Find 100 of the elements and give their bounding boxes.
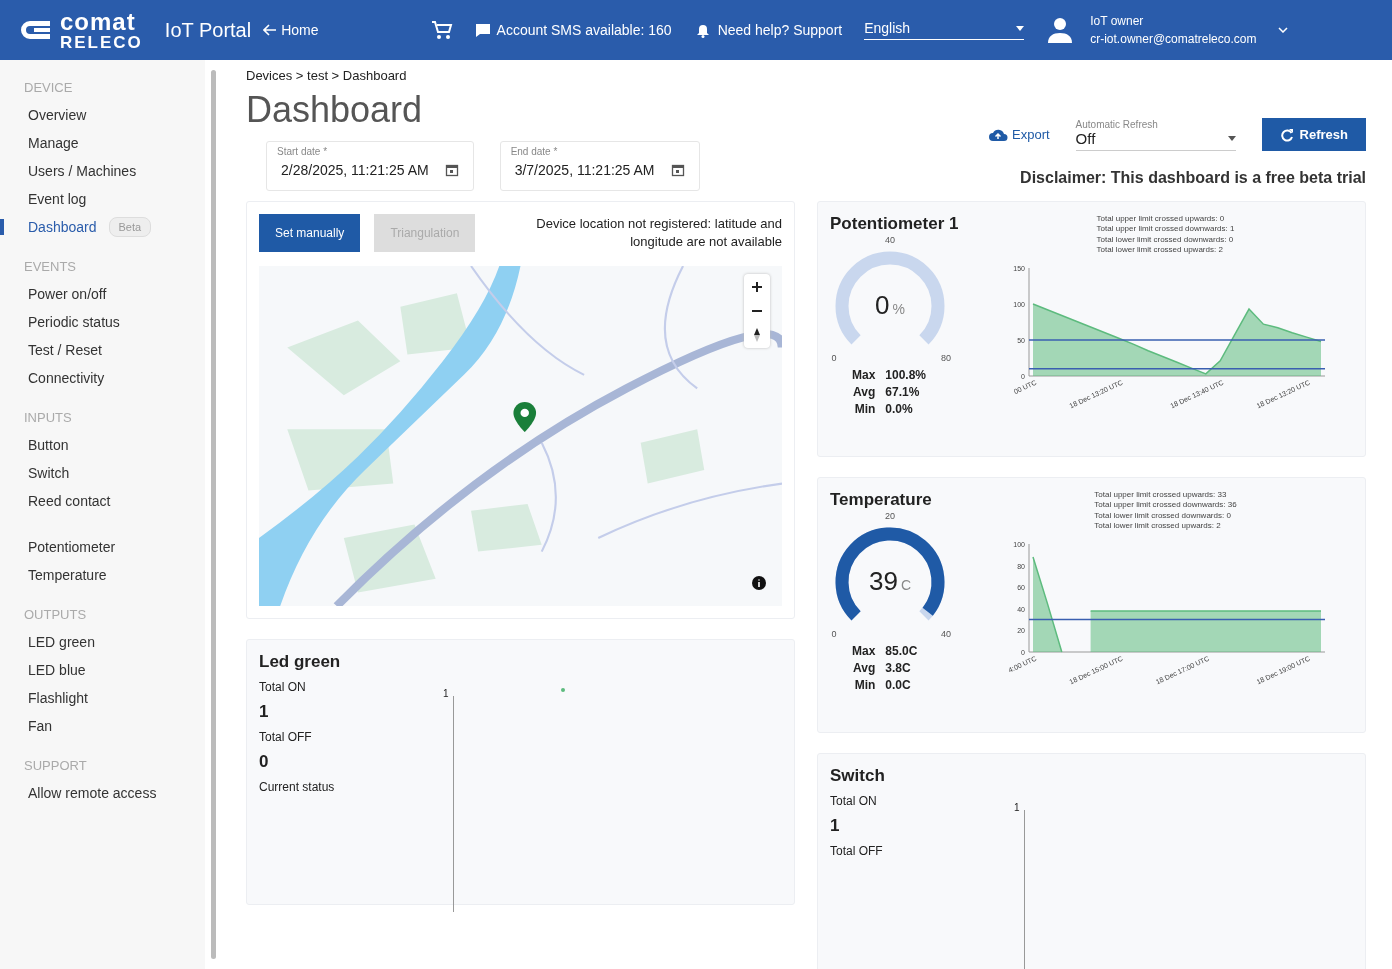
limit-stat: Total lower limit crossed upwards: 2 [1094,521,1222,532]
sidebar-item[interactable]: Overview [0,107,87,123]
sidebar-item[interactable]: Power on/off [0,286,107,302]
sidebar-item[interactable]: Potentiometer [0,539,116,555]
card-title: Led green [259,652,342,672]
location-message: Device location not registered: latitude and longitude are not available [535,214,782,251]
auto-refresh-select[interactable]: Automatic Refresh Off [1075,118,1236,151]
status-label: Current status [259,780,336,794]
gauge-value: 39 C [867,566,912,597]
date-field[interactable]: Start date * 2/28/2025, 11:21:25 AM [266,141,474,191]
card-title: Temperature [830,490,932,510]
app-title: IoT Portal [164,18,252,42]
count-label: Total OFF [830,844,884,858]
limit-stat: Total lower limit crossed downwards: 0 [1094,510,1232,522]
count-label: Total OFF [259,730,313,744]
stat-label: Max [852,644,876,658]
disclaimer-text: Disclaimer: This dashboard is a free beta trial [1020,169,1366,187]
gauge-tick-label: 0 [831,353,837,363]
section-heading: DEVICE [23,80,74,97]
stat-value: 3.8C [885,661,912,675]
home-link[interactable]: Home [263,22,319,38]
logo[interactable]: comat RELECO [20,9,143,51]
section-heading: SUPPORT [23,758,88,775]
stat-value: 85.0C [885,644,918,658]
count-label: Total ON [830,794,878,808]
gauge-tick-label: 0 [831,629,837,639]
stat-label: Min [853,402,876,416]
stat-value: 100.8% [885,368,927,382]
sidebar-item[interactable]: Switch [0,465,70,481]
limit-stat: Total upper limit crossed upwards: 0 [1096,214,1226,225]
message-icon [474,22,491,38]
gauge-tick-label: 80 [941,353,951,363]
stat-label: Min [853,678,876,692]
sidebar-item[interactable]: Flashlight [0,690,88,706]
support-link[interactable]: Need help? Support [693,22,843,38]
language-select[interactable]: English [864,20,1025,40]
info-icon[interactable] [752,576,766,590]
stat-label: Avg [852,385,876,399]
section-heading: OUTPUTS [23,607,88,624]
calendar-icon[interactable] [444,163,459,177]
sidebar-item[interactable]: Manage [0,135,79,151]
stat-label: Avg [852,661,876,675]
logo-text: comat [60,9,137,34]
breadcrumb: Devices > test > Dashboard [246,68,408,83]
card-title: Potentiometer 1 [830,214,959,234]
sidebar-item[interactable]: Dashboard [0,219,97,235]
beta-badge: Beta [108,217,152,237]
sidebar-item[interactable]: Periodic status [0,314,120,330]
refresh-button[interactable]: Refresh [1261,118,1366,151]
limit-stat: Total lower limit crossed downwards: 0 [1096,234,1235,246]
gauge-value: 0% [874,290,906,321]
sidebar-item[interactable]: Users / Machines [0,163,137,179]
sidebar-item[interactable]: Reed contact [0,493,111,509]
dropdown-icon [1016,25,1025,31]
scrollbar[interactable] [211,70,216,959]
card-title: Switch [830,766,886,786]
stat-value: 0.0% [885,402,914,416]
count-label: Total ON [259,680,307,694]
logo-text: RELECO [60,33,143,51]
limit-stat: Total lower limit crossed upwards: 2 [1096,245,1224,256]
axis-tick-label: 1 [443,688,449,699]
sidebar-item[interactable]: Fan [0,718,53,734]
dropdown-icon [1227,135,1236,141]
arrow-left-icon [263,24,278,36]
gauge-tick-label: 40 [885,235,895,245]
limit-stat: Total upper limit crossed upwards: 33 [1094,490,1228,501]
axis-tick-label: 1 [1014,802,1020,813]
section-heading: INPUTS [23,410,73,427]
page-title: Dashboard [246,89,424,131]
sidebar-item[interactable]: Test / Reset [0,342,102,358]
limit-stat: Total upper limit crossed downwards: 36 [1094,500,1237,511]
user-avatar-icon[interactable] [1046,16,1075,44]
calendar-icon[interactable] [670,163,685,177]
stat-value: 0.0C [885,678,912,692]
sidebar-item[interactable]: Connectivity [0,370,105,386]
count-value: 1 [259,702,270,722]
date-field[interactable]: End date * 3/7/2025, 11:21:25 AM [499,141,700,191]
sidebar-item[interactable]: LED green [0,634,95,650]
sidebar-item[interactable]: Temperature [0,567,107,583]
stat-label: Max [852,368,876,382]
sms-counter[interactable]: Account SMS available: 160 [474,22,672,38]
sidebar-item[interactable]: Event log [0,191,87,207]
cart-icon[interactable] [430,20,453,40]
section-heading: EVENTS [23,259,77,276]
cloud-upload-icon [988,127,1008,142]
user-menu[interactable]: IoT owner cr-iot.owner@comatreleco.com [1090,14,1257,46]
sidebar-item[interactable]: LED blue [0,662,86,678]
limit-stat: Total upper limit crossed downwards: 1 [1096,224,1235,235]
count-value: 1 [830,816,841,836]
refresh-icon [1279,127,1294,142]
chevron-down-icon[interactable] [1278,27,1289,33]
export-button[interactable]: Export [988,127,1050,142]
count-value: 0 [259,752,270,772]
stat-value: 67.1% [885,385,921,399]
sidebar-item[interactable]: Button [0,437,69,453]
gauge-tick-label: 20 [885,511,895,521]
data-point [561,688,565,692]
location-button[interactable]: Set manually [259,214,361,252]
gauge-tick-label: 40 [941,629,951,639]
sidebar-item[interactable]: Allow remote access [0,785,157,801]
